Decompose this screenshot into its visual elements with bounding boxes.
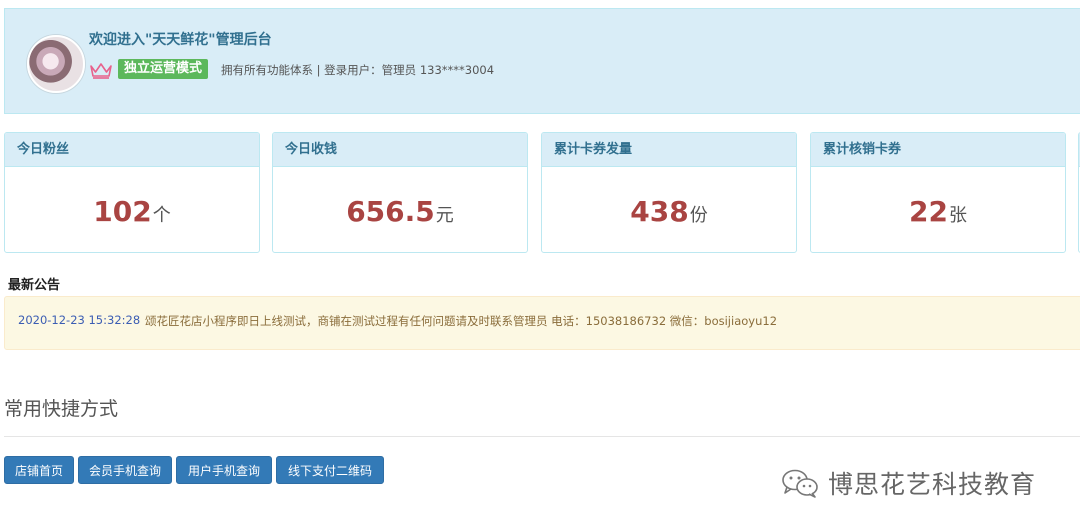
shop-home-button[interactable]: 店铺首页: [4, 456, 74, 484]
announcement-title: 最新公告: [8, 278, 61, 293]
wechat-icon: [782, 469, 818, 498]
welcome-title: 欢迎进入"天天鲜花"管理后台: [89, 32, 272, 48]
stat-label: 累计核销卡券: [811, 133, 1065, 167]
announcement-date: 2020-12-23 15:32:28: [18, 313, 141, 327]
welcome-banner: 欢迎进入"天天鲜花"管理后台 独立运营模式 拥有所有功能体系 | 登录用户：管理…: [4, 8, 1080, 114]
stat-value: 22: [909, 195, 948, 228]
stat-card-income: 今日收钱 656.5元: [272, 132, 528, 253]
stat-card-fans: 今日粉丝 102个: [4, 132, 260, 253]
stat-label: 今日收钱: [273, 133, 527, 167]
announcement-text: 颂花匠花店小程序即日上线测试，商铺在测试过程有任何问题请及时联系管理员 电话：1…: [145, 314, 778, 328]
stat-value: 438: [630, 195, 689, 228]
announcement-box: 2020-12-23 15:32:28 颂花匠花店小程序即日上线测试，商铺在测试…: [4, 296, 1080, 350]
stat-value: 656.5: [346, 195, 435, 228]
mode-badge: 独立运营模式: [118, 59, 209, 79]
stat-card-coupons-redeemed: 累计核销卡券 22张: [810, 132, 1066, 253]
watermark-text: 博思花艺科技教育: [828, 470, 1037, 499]
stat-card-coupons-issued: 累计卡券发量 438份: [541, 132, 797, 253]
stat-unit: 元: [435, 205, 454, 226]
stat-label: 累计卡券发量: [542, 133, 796, 167]
watermark: 博思花艺科技教育: [780, 466, 1036, 500]
divider: [4, 436, 1080, 437]
stat-value: 102: [93, 195, 152, 228]
user-phone-search-button[interactable]: 用户手机查询: [176, 456, 272, 484]
stat-unit: 张: [948, 205, 967, 226]
shortcuts-title: 常用快捷方式: [4, 398, 119, 420]
crown-icon: [90, 63, 112, 79]
login-info: 拥有所有功能体系 | 登录用户：管理员 133****3004: [221, 63, 495, 77]
stat-label: 今日粉丝: [5, 133, 259, 167]
offline-payment-qr-button[interactable]: 线下支付二维码: [276, 456, 384, 484]
member-phone-search-button[interactable]: 会员手机查询: [78, 456, 172, 484]
stat-unit: 个: [152, 205, 171, 226]
stat-unit: 份: [689, 205, 708, 226]
avatar: [27, 35, 85, 93]
